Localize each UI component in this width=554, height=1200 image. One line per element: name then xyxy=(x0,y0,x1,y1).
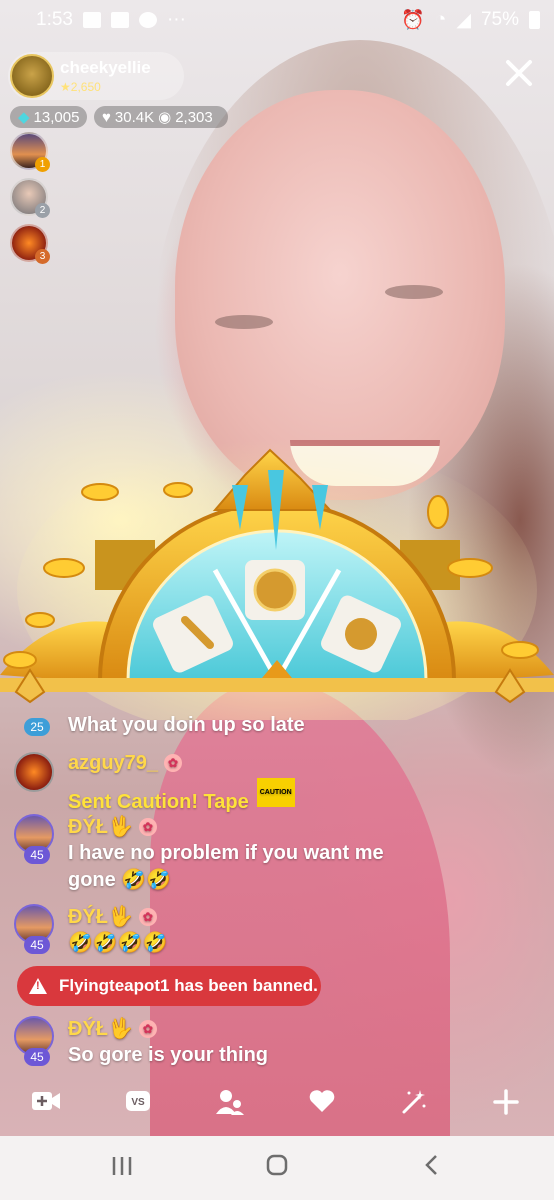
guests-button[interactable] xyxy=(212,1088,248,1120)
video-plus-icon xyxy=(32,1092,60,1110)
message-text: Sent Caution! Tape CAUTION xyxy=(68,778,428,816)
username[interactable]: ĐÝŁ🖖 ✿ xyxy=(68,814,157,839)
gift-wheel-animation xyxy=(0,440,554,720)
message-text: What you doin up so late xyxy=(68,714,305,736)
home-button[interactable] xyxy=(247,1150,307,1186)
level-badge: 25 xyxy=(24,718,50,736)
likes-views: ♥ 30.4K ◉ 2,303 xyxy=(94,106,228,128)
battery-level: 75% xyxy=(480,9,519,30)
rank-badge: 2 xyxy=(35,203,50,218)
message-text: 🤣🤣🤣🤣 xyxy=(68,932,168,954)
versus-button[interactable]: VS xyxy=(120,1088,156,1120)
image-icon xyxy=(82,12,101,28)
username[interactable]: ĐÝŁ🖖 ✿ xyxy=(68,1016,157,1041)
username[interactable]: ĐÝŁ🖖 ✿ xyxy=(68,904,157,929)
recent-apps-button[interactable] xyxy=(92,1150,152,1186)
chat-message[interactable]: 45 ĐÝŁ🖖 ✿ I have no problem if you want m… xyxy=(14,814,434,894)
host-level: ★2,650 xyxy=(60,80,101,94)
level-badge: 45 xyxy=(24,936,50,954)
effects-button[interactable] xyxy=(396,1088,432,1120)
system-nav-bar xyxy=(0,1136,554,1200)
svg-text:VS: VS xyxy=(131,1097,145,1108)
host-card[interactable]: cheekyellie ★2,650 xyxy=(8,52,184,100)
battery-icon xyxy=(529,11,540,29)
heart-icon: ♥ xyxy=(102,108,111,126)
home-icon xyxy=(266,1154,288,1176)
gift-icon: ✿ xyxy=(164,754,183,772)
message-text: So gore is your thing xyxy=(68,1044,269,1066)
wifi-icon: ◔ xyxy=(434,9,447,30)
back-icon xyxy=(425,1155,437,1175)
people-icon xyxy=(216,1090,244,1115)
host-avatar[interactable] xyxy=(10,54,54,98)
eye-right xyxy=(385,285,443,299)
signal-icon: ◢ xyxy=(456,9,471,31)
avatar[interactable] xyxy=(14,752,54,792)
face-shape xyxy=(175,90,505,500)
diamond-icon: ◆ xyxy=(18,109,30,126)
thumb-icon xyxy=(110,12,129,28)
magic-wand-icon xyxy=(402,1090,426,1114)
host-name: cheekyellie xyxy=(60,58,151,77)
plus-icon xyxy=(493,1089,519,1115)
clock: 1:53 xyxy=(36,9,73,30)
add-person-icon xyxy=(138,12,157,28)
close-button[interactable] xyxy=(502,56,536,90)
gift-icon: ✿ xyxy=(138,818,157,836)
back-button[interactable] xyxy=(402,1150,462,1186)
heart-icon xyxy=(309,1090,335,1112)
chat-message[interactable]: 45 ĐÝŁ🖖 ✿ 🤣🤣🤣🤣 xyxy=(14,904,434,960)
chat-message-partial: 25 What you doin up so late xyxy=(14,712,434,738)
like-button[interactable] xyxy=(304,1088,340,1120)
vs-icon: VS xyxy=(126,1091,150,1111)
level-badge: 45 xyxy=(24,1048,50,1066)
username[interactable]: azguy79_ ✿ xyxy=(68,752,183,775)
message-text: I have no problem if you want me gone 🤣🤣 xyxy=(68,842,384,891)
close-icon xyxy=(506,60,532,86)
chat-message[interactable]: azguy79_ ✿ Sent Caution! Tape CAUTION xyxy=(14,752,434,813)
top-viewer-3[interactable]: 3 xyxy=(10,224,50,264)
gift-icon: ✿ xyxy=(138,908,157,926)
warning-icon xyxy=(29,978,47,994)
add-video-button[interactable] xyxy=(28,1088,64,1120)
level-badge: 45 xyxy=(24,846,50,864)
rank-badge: 1 xyxy=(35,157,50,172)
gift-icon: ✿ xyxy=(138,1020,157,1038)
status-bar: 1:53 ··· ⏰ ◔ ◢ 75% xyxy=(0,0,554,40)
eye-icon: ◉ xyxy=(158,109,172,126)
chat-message[interactable]: 45 ĐÝŁ🖖 ✿ So gore is your thing xyxy=(14,1016,434,1072)
top-viewer-1[interactable]: 1 xyxy=(10,132,50,172)
star-icon: ★ xyxy=(60,80,71,94)
diamond-count: ◆ 13,005 xyxy=(10,106,88,128)
caution-sticker: CAUTION xyxy=(256,778,295,807)
alarm-icon: ⏰ xyxy=(401,10,425,31)
overflow-icon: ··· xyxy=(166,9,186,30)
eye-left xyxy=(215,315,273,329)
rank-badge: 3 xyxy=(35,249,50,264)
bottom-toolbar: VS xyxy=(0,1080,554,1128)
top-viewer-2[interactable]: 2 xyxy=(10,178,50,218)
recents-icon xyxy=(112,1157,132,1175)
ban-notice: Flyingteapot1 has been banned. xyxy=(17,966,321,1006)
more-button[interactable] xyxy=(488,1088,524,1120)
